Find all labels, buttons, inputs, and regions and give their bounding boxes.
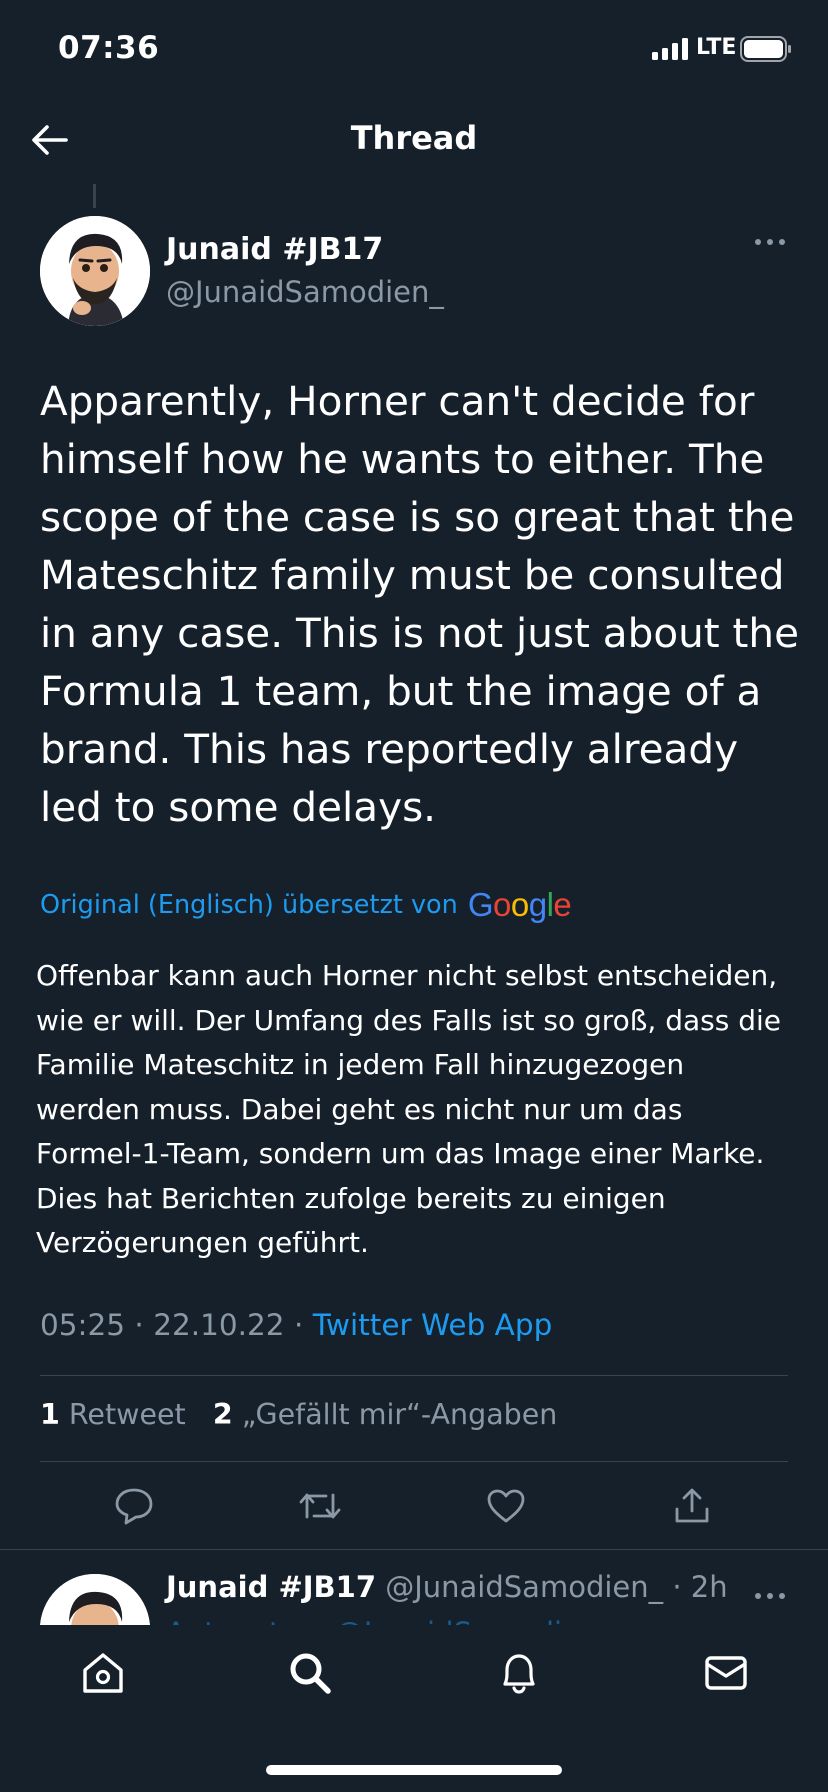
reply-author-name[interactable]: Junaid #JB17: [166, 1570, 376, 1604]
reply-meta: Junaid #JB17 @JunaidSamodien_ · 2h: [166, 1570, 728, 1604]
source-app-link[interactable]: Twitter Web App: [313, 1308, 553, 1342]
tweet-time: 05:25: [40, 1308, 126, 1342]
retweet-button[interactable]: [290, 1480, 350, 1532]
engagement-stats: 1 Retweet 2 „Gefällt mir“-Angaben: [40, 1398, 557, 1431]
divider: [40, 1461, 788, 1462]
like-stat[interactable]: 2 „Gefällt mir“-Angaben: [213, 1398, 557, 1431]
tab-notifications[interactable]: [487, 1643, 551, 1703]
translated-text: Offenbar kann auch Horner nicht selbst e…: [36, 959, 782, 1259]
reply-button[interactable]: [104, 1480, 164, 1532]
meta-separator: ·: [293, 1308, 304, 1342]
author-name[interactable]: Junaid #JB17: [166, 232, 383, 267]
tweet-meta: 05:25 · 22.10.22 · Twitter Web App: [40, 1308, 552, 1342]
tweet-date: 22.10.22: [153, 1308, 285, 1342]
home-icon: [83, 1653, 123, 1693]
battery-icon: [740, 36, 791, 62]
reply-avatar[interactable]: [40, 1574, 150, 1625]
author-avatar[interactable]: [40, 216, 150, 326]
avatar-image: [40, 216, 150, 326]
like-label: „Gefällt mir“-Angaben: [241, 1398, 558, 1431]
google-logo: Google: [467, 886, 572, 923]
share-button[interactable]: [662, 1480, 722, 1532]
thread-connector-line: [93, 184, 96, 208]
author-handle[interactable]: @JunaidSamodien_: [166, 275, 444, 309]
home-indicator[interactable]: [266, 1765, 562, 1775]
mail-icon: [705, 1656, 747, 1690]
signal-strength-icon: [652, 38, 688, 60]
network-type: LTE: [696, 35, 737, 60]
reply-tweet[interactable]: Junaid #JB17 @JunaidSamodien_ · 2h Antwo…: [0, 1560, 828, 1625]
page-title: Thread: [350, 119, 478, 157]
avatar-image: [40, 1574, 150, 1625]
reply-time: · 2h: [672, 1570, 728, 1604]
share-icon: [675, 1488, 709, 1523]
retweet-stat[interactable]: 1 Retweet: [40, 1398, 186, 1431]
divider: [0, 1549, 828, 1550]
tweet-text: Apparently, Horner can't decide for hims…: [40, 377, 799, 831]
more-options-icon[interactable]: [752, 232, 788, 252]
status-time: 07:36: [58, 30, 160, 66]
comment-icon: [115, 1488, 153, 1525]
reply-context: Antwort an @JunaidSamodien_: [166, 1616, 613, 1625]
retweet-label: Retweet: [68, 1398, 186, 1431]
heart-icon: [487, 1489, 525, 1523]
tab-search[interactable]: [278, 1643, 342, 1703]
retweet-count: 1: [40, 1398, 60, 1431]
like-count: 2: [212, 1398, 233, 1431]
bell-icon: [503, 1654, 535, 1694]
meta-separator: ·: [134, 1308, 144, 1342]
like-button[interactable]: [476, 1480, 536, 1532]
divider: [40, 1375, 788, 1376]
retweet-icon: [299, 1493, 341, 1519]
reply-author-handle[interactable]: @JunaidSamodien_: [385, 1570, 663, 1604]
search-icon: [290, 1653, 331, 1694]
tab-messages[interactable]: [694, 1643, 758, 1703]
translation-label: Original (Englisch) übersetzt von: [40, 890, 458, 920]
translation-attribution[interactable]: Original (Englisch) übersetzt von Google: [40, 886, 572, 924]
tab-home[interactable]: [71, 1643, 135, 1703]
more-options-icon[interactable]: [752, 1586, 788, 1606]
